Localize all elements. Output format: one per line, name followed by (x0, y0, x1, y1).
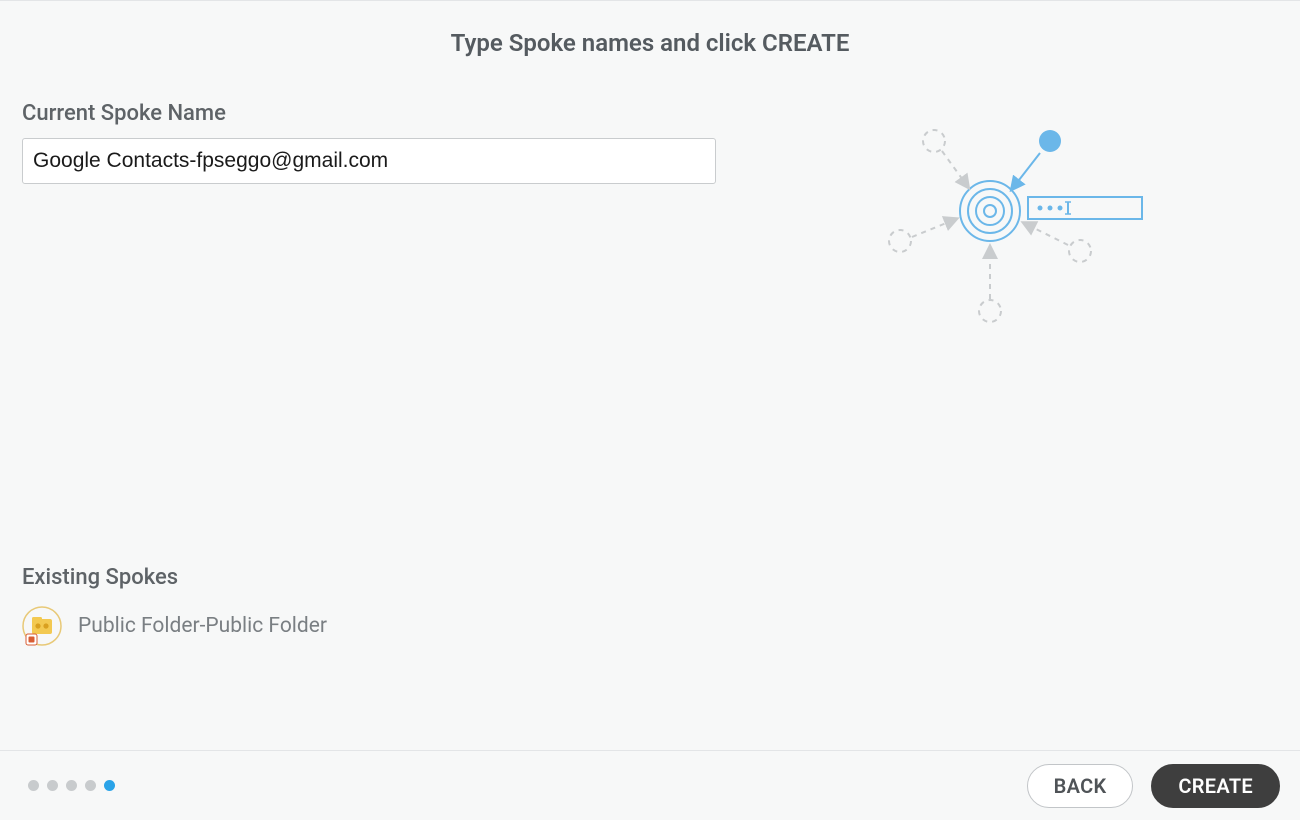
existing-spokes-section: Existing Spokes Public Folder-Public Fol… (22, 565, 1278, 646)
page-title: Type Spoke names and click CREATE (22, 29, 1278, 57)
create-button[interactable]: CREATE (1151, 764, 1280, 808)
step-dot-2 (47, 780, 58, 791)
step-dot-1 (28, 780, 39, 791)
wizard-footer: BACK CREATE (0, 750, 1300, 820)
list-item: Public Folder-Public Folder (22, 606, 1278, 646)
back-button[interactable]: BACK (1027, 764, 1134, 808)
existing-spokes-label: Existing Spokes (22, 565, 1278, 590)
step-dot-5 (104, 780, 115, 791)
hub-spoke-illustration (850, 101, 1150, 331)
existing-spoke-name: Public Folder-Public Folder (78, 614, 327, 638)
step-dot-3 (66, 780, 77, 791)
current-spoke-input[interactable] (22, 138, 716, 184)
public-folder-icon (22, 606, 62, 646)
step-dot-4 (85, 780, 96, 791)
current-spoke-label: Current Spoke Name (22, 101, 722, 126)
step-indicator (28, 780, 115, 791)
spoke-form: Current Spoke Name (22, 101, 722, 184)
